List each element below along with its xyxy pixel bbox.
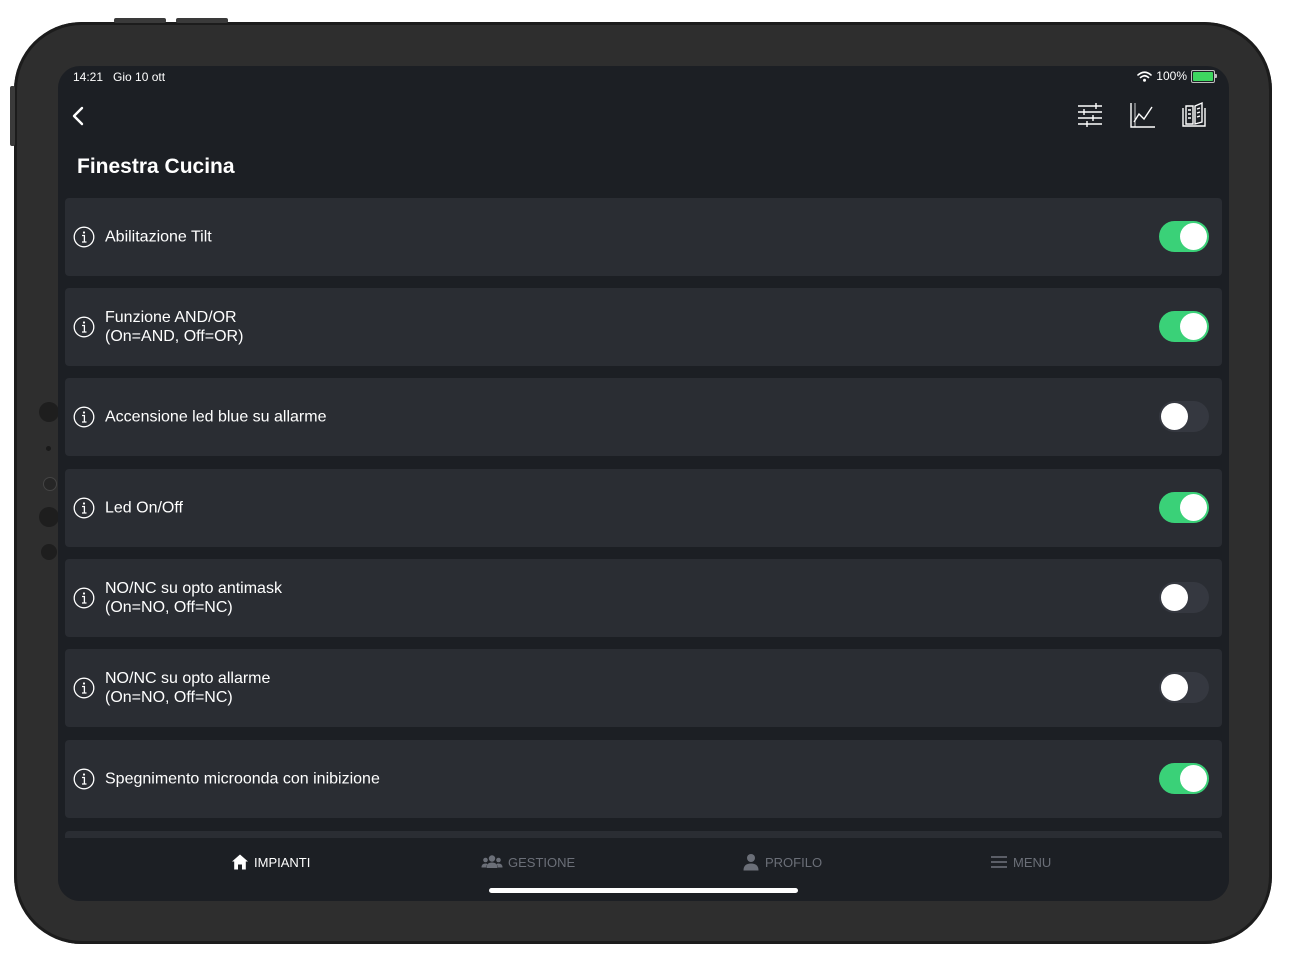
setting-label-line1: Abilitazione Tilt: [105, 228, 212, 246]
sliders-icon: [1078, 103, 1102, 127]
setting-label: Spegnimento microonda con inibizione: [105, 770, 380, 789]
status-date: Gio 10 ott: [113, 70, 166, 84]
setting-label-line2: (On=NO, Off=NC): [105, 689, 233, 706]
setting-label-line1: Led On/Off: [105, 499, 183, 517]
toggle-knob: [1161, 584, 1188, 611]
top-button-2: [176, 18, 228, 23]
menu-icon: [991, 856, 1007, 868]
chart-line-icon: [1130, 103, 1155, 128]
sensor-dot-2: [39, 507, 59, 527]
toggle-switch[interactable]: [1159, 401, 1209, 432]
info-icon[interactable]: [73, 316, 95, 338]
setting-row-tilt: Abilitazione Tilt: [65, 198, 1222, 276]
tab-label: PROFILO: [765, 854, 823, 870]
setting-row-opto-antimask: NO/NC su opto antimask (On=NO, Off=NC): [65, 559, 1222, 637]
mic-dot: [46, 446, 51, 451]
manual-button[interactable]: [1179, 100, 1209, 130]
tab-gestione[interactable]: GESTIONE: [481, 853, 575, 871]
setting-label-line1: NO/NC su opto antimask: [105, 580, 282, 597]
top-button-1: [114, 18, 166, 23]
toggle-switch[interactable]: [1159, 221, 1209, 252]
tab-label: IMPIANTI: [254, 854, 311, 870]
toggle-knob: [1180, 494, 1207, 521]
status-right: 100%: [1137, 69, 1217, 83]
setting-row-partial: [65, 831, 1222, 838]
sensor-dot-1: [39, 402, 59, 422]
side-button: [10, 86, 15, 146]
setting-label-line1: NO/NC su opto allarme: [105, 670, 271, 687]
setting-row-led: Led On/Off: [65, 469, 1222, 547]
back-button[interactable]: [64, 100, 94, 132]
chart-button[interactable]: [1127, 100, 1157, 130]
status-left: 14:21 Gio 10 ott: [73, 70, 175, 84]
toggle-switch[interactable]: [1159, 582, 1209, 613]
book-icon: [1182, 101, 1206, 127]
info-icon[interactable]: [73, 497, 95, 519]
home-indicator[interactable]: [489, 888, 798, 893]
tab-menu[interactable]: MENU: [990, 853, 1051, 871]
status-bar: 14:21 Gio 10 ott 100%: [58, 66, 1229, 88]
toggle-knob: [1161, 674, 1188, 701]
nav-bar: [58, 94, 1229, 138]
setting-label-line1: Funzione AND/OR: [105, 309, 237, 326]
user-icon: [743, 854, 759, 871]
info-icon[interactable]: [73, 226, 95, 248]
tab-label: GESTIONE: [508, 854, 576, 870]
toggle-knob: [1180, 765, 1207, 792]
battery-icon: [1191, 69, 1217, 83]
toggle-knob: [1180, 313, 1207, 340]
setting-label: NO/NC su opto antimask (On=NO, Off=NC): [105, 579, 282, 617]
nav-actions: [1075, 100, 1209, 130]
setting-row-and-or: Funzione AND/OR (On=AND, Off=OR): [65, 288, 1222, 366]
app-screen: 14:21 Gio 10 ott 100% Finestra Cucina Ab…: [58, 66, 1229, 901]
setting-label-line2: (On=NO, Off=NC): [105, 599, 233, 616]
setting-label: NO/NC su opto allarme (On=NO, Off=NC): [105, 669, 270, 707]
toggle-knob: [1180, 223, 1207, 250]
users-icon: [481, 855, 503, 868]
setting-label: Accensione led blue su allarme: [105, 408, 326, 427]
setting-label: Abilitazione Tilt: [105, 228, 212, 247]
sensor-dot-3: [41, 544, 57, 560]
sliders-button[interactable]: [1075, 100, 1105, 130]
info-icon[interactable]: [73, 768, 95, 790]
setting-row-opto-allarme: NO/NC su opto allarme (On=NO, Off=NC): [65, 649, 1222, 727]
wifi-icon: [1137, 70, 1153, 82]
chevron-left-icon: [72, 106, 84, 126]
toggle-switch[interactable]: [1159, 492, 1209, 523]
battery-fill: [1193, 71, 1213, 81]
setting-row-microonda: Spegnimento microonda con inibizione: [65, 740, 1222, 818]
tab-profilo[interactable]: PROFILO: [742, 853, 822, 871]
setting-label: Led On/Off: [105, 499, 183, 518]
setting-label-line1: Spegnimento microonda con inibizione: [105, 770, 380, 788]
camera-dot: [43, 477, 57, 491]
toggle-knob: [1161, 403, 1188, 430]
setting-label: Funzione AND/OR (On=AND, Off=OR): [105, 308, 243, 346]
info-icon[interactable]: [73, 406, 95, 428]
tab-label: MENU: [1013, 854, 1052, 870]
info-icon[interactable]: [73, 677, 95, 699]
page-title: Finestra Cucina: [77, 155, 235, 178]
status-time: 14:21: [73, 70, 104, 84]
tab-impianti[interactable]: IMPIANTI: [231, 853, 310, 871]
toggle-switch[interactable]: [1159, 311, 1209, 342]
toggle-switch[interactable]: [1159, 672, 1209, 703]
home-icon: [232, 854, 248, 870]
toggle-switch[interactable]: [1159, 763, 1209, 794]
setting-row-blue-led: Accensione led blue su allarme: [65, 378, 1222, 456]
setting-label-line2: (On=AND, Off=OR): [105, 328, 244, 345]
info-icon[interactable]: [73, 587, 95, 609]
settings-list[interactable]: Abilitazione Tilt Funzione AND/OR (On=AN…: [65, 198, 1222, 838]
battery-percent: 100%: [1156, 69, 1187, 83]
setting-label-line1: Accensione led blue su allarme: [105, 408, 327, 426]
